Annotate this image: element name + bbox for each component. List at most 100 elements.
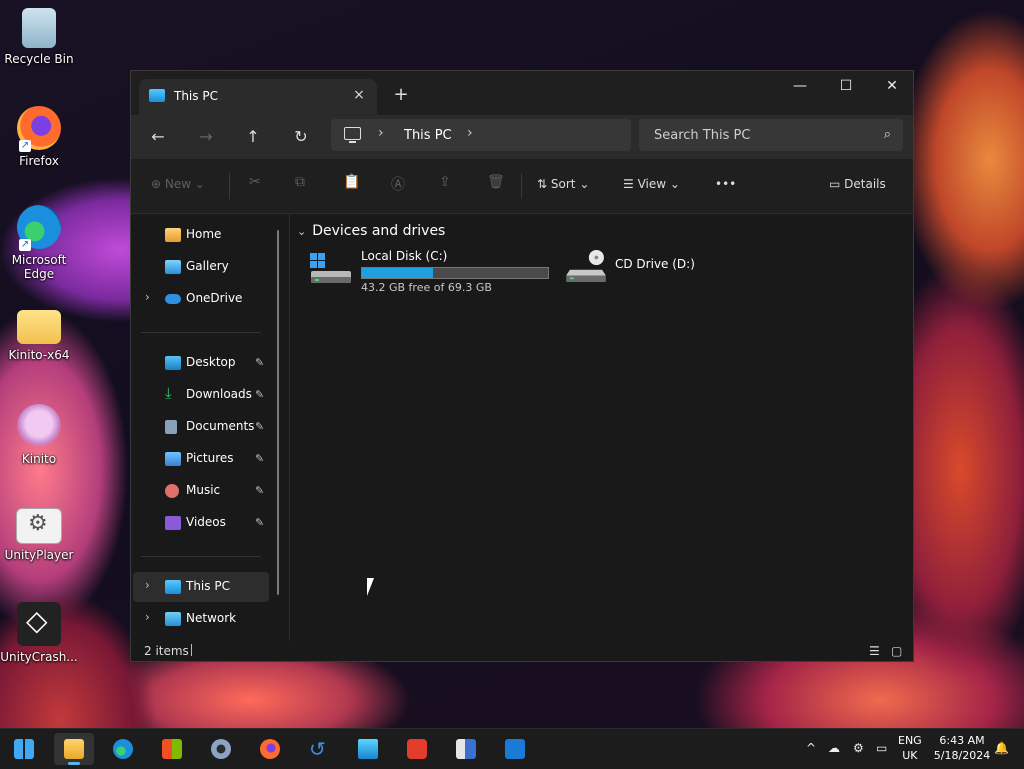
details-view-icon[interactable]: ☰ xyxy=(869,644,880,658)
desktop-icon-unityplayer[interactable]: UnityPlayer xyxy=(0,502,78,562)
taskbar-settings[interactable] xyxy=(201,733,241,765)
divider xyxy=(141,556,261,557)
refresh-button[interactable]: ↻ xyxy=(286,123,316,151)
clock[interactable]: 6:43 AM 5/18/2024 xyxy=(930,733,994,763)
paste-icon[interactable]: 📋 xyxy=(343,174,360,190)
sidebar-item-videos[interactable]: Videos ✎ xyxy=(133,508,269,538)
share-icon[interactable]: ⇪ xyxy=(439,174,451,190)
taskbar-app-screen[interactable] xyxy=(348,733,388,765)
expand-chevron-icon[interactable]: › xyxy=(145,578,150,592)
delete-icon[interactable]: 🗑 xyxy=(487,174,505,190)
view-button[interactable]: ☰ View ⌄ xyxy=(623,177,680,191)
group-header-devices[interactable]: ⌄ Devices and drives xyxy=(297,223,445,239)
sidebar-item-this-pc[interactable]: › This PC xyxy=(133,572,269,602)
search-placeholder: Search This PC xyxy=(654,128,751,143)
item-count: 2 items xyxy=(144,644,189,658)
desktop-icon-edge[interactable]: ↗ Microsoft Edge xyxy=(0,205,78,281)
details-button[interactable]: ▭ Details xyxy=(829,177,886,191)
sidebar-item-onedrive[interactable]: › OneDrive xyxy=(133,284,269,314)
new-button[interactable]: ⊕ New ⌄ xyxy=(151,177,205,191)
address-bar[interactable]: › This PC › xyxy=(331,119,631,151)
sidebar-item-label: Music xyxy=(186,483,221,497)
divider xyxy=(191,644,192,656)
sort-button[interactable]: ⇅ Sort ⌄ xyxy=(537,177,589,191)
rename-icon[interactable]: Ⓐ xyxy=(391,174,405,194)
language-indicator[interactable]: ENG UK xyxy=(898,733,922,763)
sidebar-item-music[interactable]: Music ✎ xyxy=(133,476,269,506)
taskbar-app-undo[interactable]: ↺ xyxy=(299,733,339,765)
taskbar-app-book[interactable] xyxy=(446,733,486,765)
desktop-icon-label: Microsoft Edge xyxy=(11,253,67,281)
status-bar: 2 items ☰ ▢ xyxy=(131,641,913,663)
breadcrumb-chevron-icon[interactable]: › xyxy=(467,125,473,141)
store-icon xyxy=(162,739,182,759)
drive-item-d[interactable]: CD Drive (D:) xyxy=(565,249,725,295)
view-label: View xyxy=(637,177,667,191)
pin-icon[interactable]: ✎ xyxy=(255,388,264,401)
volume-icon[interactable]: ▭ xyxy=(876,741,887,755)
taskbar-store[interactable] xyxy=(152,733,192,765)
pin-icon[interactable]: ✎ xyxy=(255,516,264,529)
close-tab-icon[interactable]: × xyxy=(349,85,369,105)
tray-overflow-icon[interactable]: ^ xyxy=(806,741,816,755)
collapse-chevron-icon: ⌄ xyxy=(297,225,307,238)
shortcut-arrow-icon: ↗ xyxy=(19,140,31,152)
sidebar-item-downloads[interactable]: ⤓ Downloads ✎ xyxy=(133,380,269,410)
network-icon[interactable]: ⚙ xyxy=(853,741,864,755)
taskbar-edge[interactable] xyxy=(103,733,143,765)
navigation-bar: ← → ↑ ↻ › This PC › Search This PC ⌕ xyxy=(131,115,913,159)
tab-this-pc[interactable]: This PC × xyxy=(139,79,377,115)
more-options-button[interactable]: ••• xyxy=(715,177,736,191)
sidebar-item-home[interactable]: Home xyxy=(133,220,269,250)
sidebar-item-documents[interactable]: Documents ✎ xyxy=(133,412,269,442)
this-pc-icon xyxy=(149,89,165,102)
notification-bell-icon[interactable]: 🔔 xyxy=(994,741,1009,755)
pin-icon[interactable]: ✎ xyxy=(255,420,264,433)
taskbar-firefox[interactable] xyxy=(250,733,290,765)
sidebar-item-gallery[interactable]: Gallery xyxy=(133,252,269,282)
cut-icon[interactable]: ✂ xyxy=(249,174,261,190)
sidebar-item-pictures[interactable]: Pictures ✎ xyxy=(133,444,269,474)
tiles-view-icon[interactable]: ▢ xyxy=(891,644,902,658)
forward-button[interactable]: → xyxy=(191,123,221,151)
scrollbar[interactable] xyxy=(277,230,279,595)
minimize-button[interactable]: — xyxy=(777,71,823,101)
desktop-icon-recycle-bin[interactable]: Recycle Bin xyxy=(0,8,78,66)
firefox-icon: ↗ xyxy=(17,106,61,152)
desktop-icon-label: Recycle Bin xyxy=(4,52,74,66)
desktop-icon-kinito-x64[interactable]: Kinito-x64 xyxy=(0,304,78,362)
desktop-icon-kinito[interactable]: Kinito xyxy=(0,404,78,466)
monitor-app-icon xyxy=(358,739,378,759)
maximize-button[interactable]: ☐ xyxy=(823,71,869,101)
monitor-icon xyxy=(344,127,361,143)
expand-chevron-icon[interactable]: › xyxy=(145,610,150,624)
expand-chevron-icon[interactable]: › xyxy=(145,290,150,304)
music-icon xyxy=(165,484,179,498)
taskbar-app-arrow[interactable] xyxy=(495,733,535,765)
new-tab-button[interactable]: + xyxy=(389,83,413,107)
copy-icon[interactable]: ⧉ xyxy=(295,174,305,190)
search-input[interactable]: Search This PC ⌕ xyxy=(639,119,903,151)
pane-splitter[interactable] xyxy=(289,214,290,641)
onedrive-offline-icon[interactable]: ☁ xyxy=(828,741,840,755)
pin-icon[interactable]: ✎ xyxy=(255,356,264,369)
gear-icon xyxy=(211,739,231,759)
kinito-icon xyxy=(17,404,61,448)
sidebar-item-desktop[interactable]: Desktop ✎ xyxy=(133,348,269,378)
folder-icon xyxy=(64,739,84,759)
close-window-button[interactable]: ✕ xyxy=(869,71,915,101)
taskbar-file-explorer[interactable] xyxy=(54,733,94,765)
sidebar-item-network[interactable]: › Network xyxy=(133,604,269,634)
pin-icon[interactable]: ✎ xyxy=(255,484,264,497)
start-button[interactable] xyxy=(4,733,44,765)
breadcrumb-chevron-icon[interactable]: › xyxy=(378,125,384,141)
back-button[interactable]: ← xyxy=(143,123,173,151)
sidebar-item-label: Downloads xyxy=(186,387,252,401)
sidebar-item-label: Home xyxy=(186,227,222,241)
desktop-icon-unitycrash[interactable]: UnityCrash... xyxy=(0,602,78,664)
taskbar-app-power[interactable] xyxy=(397,733,437,765)
up-button[interactable]: ↑ xyxy=(238,123,268,151)
desktop-icon-firefox[interactable]: ↗ Firefox xyxy=(0,106,78,168)
breadcrumb-this-pc[interactable]: This PC xyxy=(404,128,452,143)
pin-icon[interactable]: ✎ xyxy=(255,452,264,465)
